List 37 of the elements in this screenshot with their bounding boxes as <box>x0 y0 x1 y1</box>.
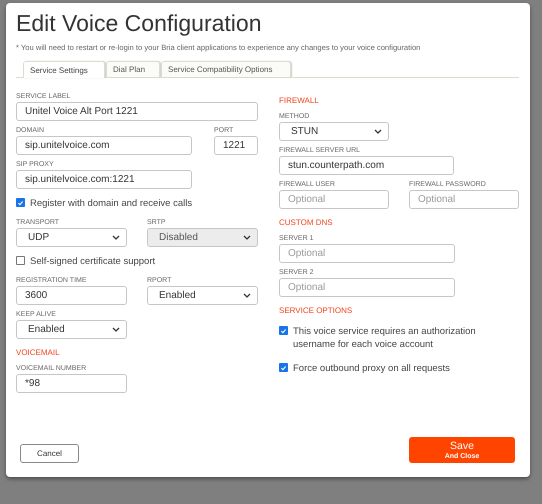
cancel-button[interactable]: Cancel <box>20 444 79 463</box>
checkbox[interactable] <box>279 326 288 335</box>
checkbox-label: Register with domain and receive calls <box>30 197 192 210</box>
input-field[interactable]: Optional <box>279 190 389 209</box>
input-field[interactable]: stun.counterpath.com <box>279 156 454 175</box>
input-field[interactable]: 3600 <box>16 286 127 305</box>
section-heading: FIREWALL <box>279 96 319 105</box>
tab[interactable]: Dial Plan <box>106 61 160 77</box>
input-field[interactable]: Optional <box>409 190 519 209</box>
checkbox[interactable] <box>16 256 25 265</box>
tab[interactable]: Service Settings <box>23 61 105 78</box>
checkbox-label: Self-signed certificate support <box>30 255 156 268</box>
input-field[interactable]: *98 <box>16 374 127 393</box>
dropdown[interactable]: STUN <box>279 122 389 141</box>
checkbox-label: This voice service requires an authorization username for each voice account <box>293 325 477 351</box>
input-field[interactable]: Unitel Voice Alt Port 1221 <box>16 102 258 121</box>
chevron-down-icon <box>374 129 382 134</box>
input-field[interactable]: sip.unitelvoice.com:1221 <box>16 170 192 189</box>
tab[interactable]: Service Compatibility Options <box>161 61 291 77</box>
chevron-down-icon <box>243 293 251 298</box>
chevron-down-icon <box>112 327 120 332</box>
input-field[interactable]: Optional <box>279 278 455 297</box>
section-heading: VOICEMAIL <box>16 348 60 357</box>
dropdown[interactable]: Enabled <box>147 286 258 305</box>
input-field[interactable]: sip.unitelvoice.com <box>16 136 192 155</box>
section-heading: SERVICE OPTIONS <box>279 306 352 315</box>
input-field[interactable]: Optional <box>279 244 455 263</box>
dialog-title: Edit Voice Configuration <box>16 9 262 37</box>
section-heading: CUSTOM DNS <box>279 218 333 227</box>
dropdown[interactable]: UDP <box>16 228 127 247</box>
checkbox[interactable] <box>279 363 288 372</box>
checkbox-label: Force outbound proxy on all requests <box>293 362 451 375</box>
chevron-down-icon <box>112 235 120 240</box>
checkbox[interactable] <box>16 198 25 207</box>
dropdown[interactable]: Enabled <box>16 320 127 339</box>
chevron-down-icon <box>243 235 251 240</box>
input-field[interactable]: 1221 <box>214 136 258 155</box>
